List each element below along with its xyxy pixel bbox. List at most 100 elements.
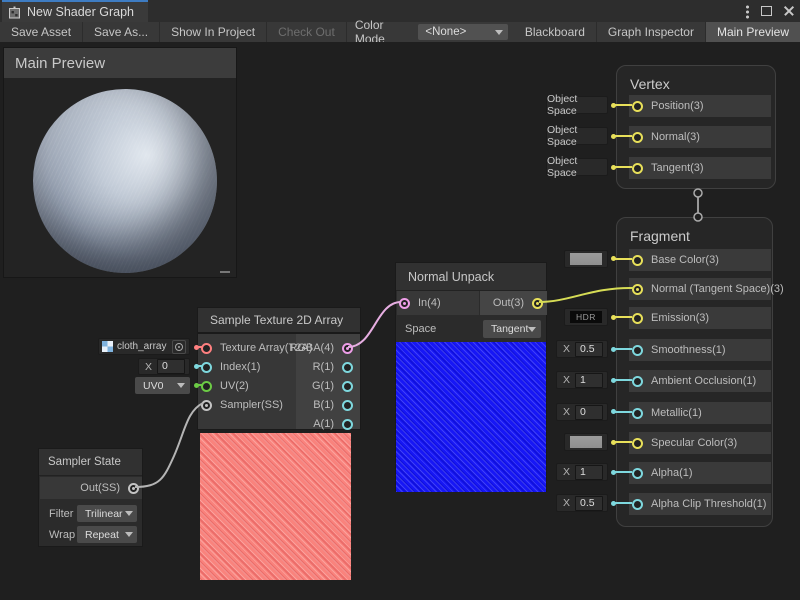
main-preview-header[interactable]: Main Preview: [4, 48, 236, 78]
port-texture-array[interactable]: [201, 343, 212, 354]
metallic-input[interactable]: X0: [556, 403, 608, 421]
resize-grip[interactable]: [220, 271, 230, 273]
color-mode-dropdown[interactable]: <None>: [418, 24, 507, 40]
port-emission[interactable]: [632, 313, 643, 324]
port-tangent[interactable]: [632, 163, 643, 174]
blackboard-button[interactable]: Blackboard: [514, 22, 597, 42]
object-space-label: Object Space: [547, 155, 607, 179]
port-label: RGBA(4): [289, 342, 334, 354]
show-in-project-button[interactable]: Show In Project: [160, 22, 267, 42]
tab-new-shader-graph[interactable]: New Shader Graph: [2, 0, 148, 22]
port-out-ss[interactable]: [128, 483, 139, 494]
node-sampler-state[interactable]: Sampler State Out(SS) Filter Trilinear W…: [38, 448, 143, 547]
port-g[interactable]: [342, 381, 353, 392]
object-picker-icon[interactable]: [172, 340, 186, 354]
port-index[interactable]: [201, 362, 212, 373]
value-field[interactable]: 1: [575, 373, 603, 388]
x-label: X: [563, 406, 570, 418]
index-input[interactable]: X 0: [138, 358, 190, 375]
widget-dot: [611, 440, 616, 445]
object-space-label: Object Space: [547, 124, 607, 148]
node-title-bar[interactable]: Sampler State: [39, 449, 142, 476]
port-label: Out(3): [493, 297, 524, 309]
port-alpha[interactable]: [632, 468, 643, 479]
close-icon[interactable]: [784, 6, 794, 16]
color-mode-value: <None>: [425, 26, 466, 38]
cloth-array-object-field[interactable]: cloth_array: [98, 338, 190, 355]
wrap-label: Wrap: [49, 529, 75, 541]
port-specular-color[interactable]: [632, 438, 643, 449]
port-b[interactable]: [342, 400, 353, 411]
save-asset-button[interactable]: Save Asset: [0, 22, 83, 42]
port-alpha-clip-threshold[interactable]: [632, 499, 643, 510]
port-label: Specular Color(3): [651, 437, 737, 449]
main-preview-panel[interactable]: Main Preview: [3, 47, 237, 278]
node-title-bar[interactable]: Normal Unpack: [396, 263, 546, 291]
alpha-input[interactable]: X1: [556, 463, 608, 481]
wrap-value: Repeat: [85, 529, 119, 541]
port-label: UV(2): [220, 380, 249, 392]
port-label: Tangent(3): [651, 162, 704, 174]
node-sample-texture-2d-array[interactable]: Sample Texture 2D Array Texture Array(T2…: [197, 307, 361, 583]
main-preview-button[interactable]: Main Preview: [706, 22, 800, 42]
node-normal-unpack[interactable]: Normal Unpack In(4) Out(3) Space Tangent: [395, 262, 547, 492]
port-normal-tangent-space[interactable]: [632, 284, 643, 295]
specular-color-swatch[interactable]: [564, 433, 608, 451]
port-normal[interactable]: [632, 132, 643, 143]
save-as-button[interactable]: Save As...: [83, 22, 160, 42]
alpha-clip-input[interactable]: X 0.5: [556, 494, 608, 512]
wrap-dropdown[interactable]: Repeat: [77, 526, 137, 543]
port-label: B(1): [313, 399, 334, 411]
port-uv[interactable]: [201, 381, 212, 392]
value-field[interactable]: 0: [157, 359, 185, 374]
port-rgba[interactable]: [342, 343, 353, 354]
value-field[interactable]: 0.5: [575, 496, 603, 511]
vertex-row-position: Position(3): [629, 95, 771, 117]
x-label: X: [145, 361, 152, 373]
x-label: X: [563, 466, 570, 478]
ambient-occlusion-input[interactable]: X1: [556, 371, 608, 389]
more-menu-icon[interactable]: [746, 4, 749, 19]
port-ambient-occlusion[interactable]: [632, 376, 643, 387]
port-position[interactable]: [632, 101, 643, 112]
port-base-color[interactable]: [632, 255, 643, 266]
port-label: Normal (Tangent Space)(3): [651, 283, 784, 295]
value-field[interactable]: 0: [575, 405, 603, 420]
uv-channel-dropdown[interactable]: UV0: [135, 377, 190, 394]
value-field[interactable]: 1: [575, 465, 603, 480]
chevron-down-icon: [125, 532, 133, 537]
emission-hdr-swatch[interactable]: HDR: [564, 308, 608, 326]
filter-dropdown[interactable]: Trilinear: [77, 505, 137, 522]
port-label: Sampler(SS): [220, 399, 283, 411]
port-sampler[interactable]: [201, 400, 212, 411]
node-fragment-title: Fragment: [630, 228, 772, 244]
port-metallic[interactable]: [632, 408, 643, 419]
node-fragment[interactable]: Fragment Base Color(3) Normal (Tangent S…: [616, 217, 773, 527]
object-space-dropdown[interactable]: Object Space: [546, 96, 608, 114]
fragment-row-base-color: Base Color(3): [629, 249, 771, 271]
widget-dot: [611, 103, 616, 108]
node-vertex[interactable]: Vertex Position(3) Normal(3) Tangent(3): [616, 65, 776, 189]
widget-dot: [194, 364, 199, 369]
space-dropdown[interactable]: Tangent: [483, 320, 541, 338]
port-in[interactable]: [399, 298, 410, 309]
graph-inspector-button[interactable]: Graph Inspector: [597, 22, 706, 42]
object-space-dropdown[interactable]: Object Space: [546, 127, 608, 145]
port-a[interactable]: [342, 419, 353, 430]
shader-graph-window: New Shader Graph Save Asset Save As... S…: [0, 0, 800, 600]
maximize-icon[interactable]: [761, 6, 772, 16]
value-field[interactable]: 0.5: [575, 342, 603, 357]
smoothness-input[interactable]: X0.5: [556, 340, 608, 358]
x-label: X: [563, 497, 570, 509]
object-space-dropdown[interactable]: Object Space: [546, 158, 608, 176]
port-label: Smoothness(1): [651, 344, 726, 356]
texture-preview-blue: [396, 342, 546, 492]
port-smoothness[interactable]: [632, 345, 643, 356]
port-out[interactable]: [532, 298, 543, 309]
widget-dot: [611, 409, 616, 414]
node-title-bar[interactable]: Sample Texture 2D Array: [197, 307, 361, 333]
filter-value: Trilinear: [85, 508, 123, 520]
port-r[interactable]: [342, 362, 353, 373]
base-color-swatch[interactable]: [564, 250, 608, 268]
fragment-row-ambient-occlusion: Ambient Occlusion(1): [629, 370, 771, 392]
